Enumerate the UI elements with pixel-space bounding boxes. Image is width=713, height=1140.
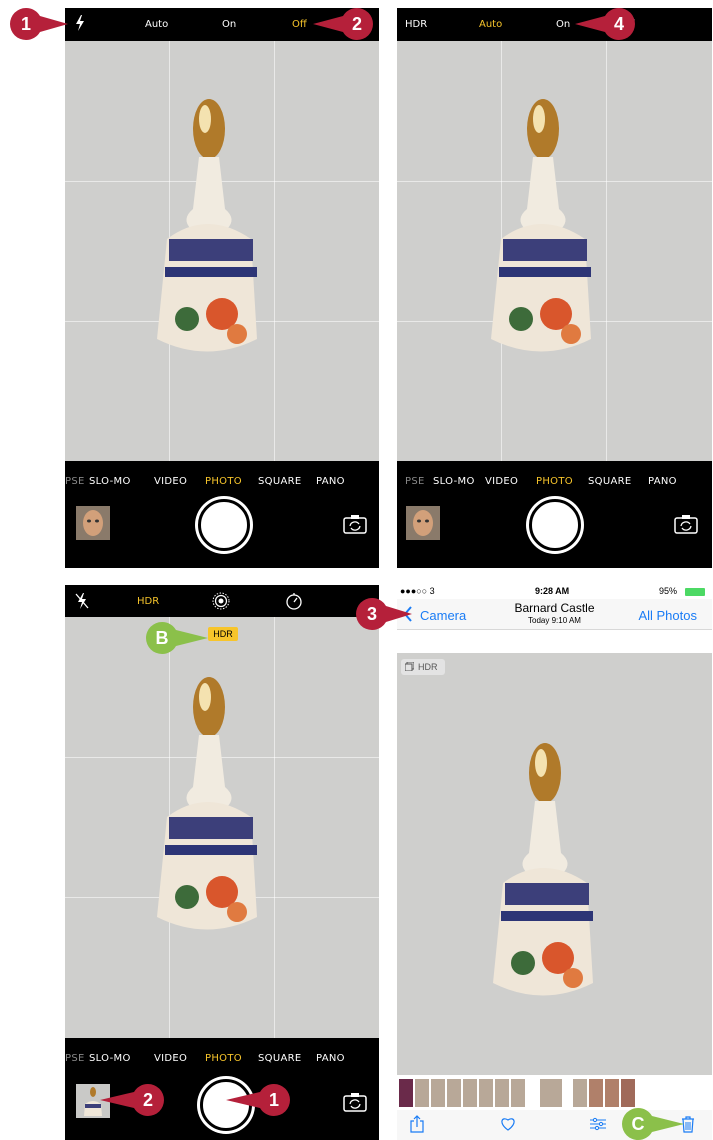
mode-photo[interactable]: PHOTO — [205, 1053, 242, 1064]
mode-square[interactable]: SQUARE — [258, 476, 301, 487]
filmstrip-thumb[interactable] — [415, 1079, 429, 1107]
mode-selector[interactable]: PSE SLO-MO VIDEO PHOTO SQUARE PANO — [65, 1053, 379, 1067]
filmstrip-thumb[interactable] — [495, 1079, 509, 1107]
callout-3: 3 — [356, 597, 416, 631]
mode-video[interactable]: VIDEO — [154, 1053, 187, 1064]
callout-label: 2 — [142, 1090, 153, 1110]
filmstrip-thumb-current[interactable] — [540, 1079, 562, 1107]
hdr-photo-badge: HDR — [401, 659, 445, 675]
callout-label: B — [155, 628, 169, 648]
callout-label: C — [631, 1114, 645, 1134]
camera-screen-flash: Auto On Off PSE SLO-MO VIDEO PHOTO SQUAR… — [65, 8, 379, 568]
bell-photo — [157, 99, 257, 352]
filmstrip-thumb[interactable] — [447, 1079, 461, 1107]
filmstrip-thumb[interactable] — [605, 1079, 619, 1107]
status-bar: ●●●○○ 3 9:28 AM 95% — [397, 585, 712, 599]
camera-top-bar: HDR — [65, 585, 379, 617]
camera-bottom-bar: PSE SLO-MO VIDEO PHOTO SQUARE PANO — [397, 461, 712, 568]
edit-adjust-icon[interactable] — [589, 1117, 607, 1136]
switch-camera-icon[interactable] — [343, 1092, 367, 1112]
photo-display[interactable]: HDR — [397, 653, 712, 1075]
filmstrip-thumb[interactable] — [573, 1079, 587, 1107]
filmstrip-thumb[interactable] — [589, 1079, 603, 1107]
battery-percent: 95% — [659, 586, 678, 596]
mode-selector[interactable]: PSE SLO-MO VIDEO PHOTO SQUARE PANO — [65, 476, 379, 490]
last-photo-thumbnail[interactable] — [406, 506, 440, 540]
mode-slomo[interactable]: SLO-MO — [89, 476, 131, 487]
hdr-badge-icon — [404, 661, 415, 673]
mode-photo[interactable]: PHOTO — [536, 476, 573, 487]
status-time: 9:28 AM — [535, 586, 570, 596]
bell-photo — [493, 743, 593, 996]
callout-B: B — [146, 621, 210, 655]
callout-2: 2 — [305, 7, 373, 41]
mode-slomo[interactable]: SLO-MO — [89, 1053, 131, 1064]
hdr-label[interactable]: HDR — [405, 19, 427, 30]
carrier-signal: ●●●○○ 3 — [400, 586, 435, 596]
callout-label: 1 — [268, 1090, 279, 1110]
filmstrip-thumb[interactable] — [511, 1079, 525, 1107]
callout-4: 4 — [567, 7, 635, 41]
last-photo-thumbnail[interactable] — [76, 506, 110, 540]
mode-pano[interactable]: PANO — [316, 1053, 345, 1064]
favorite-heart-icon[interactable] — [500, 1117, 516, 1136]
mode-pano[interactable]: PANO — [316, 476, 345, 487]
camera-bottom-bar: PSE SLO-MO VIDEO PHOTO SQUARE PANO — [65, 461, 379, 568]
callout-C: C — [622, 1107, 686, 1140]
mode-video[interactable]: VIDEO — [485, 476, 518, 487]
filmstrip-thumb[interactable] — [621, 1079, 635, 1107]
share-icon[interactable] — [410, 1115, 424, 1138]
bell-photo — [157, 677, 257, 930]
mode-selector[interactable]: PSE SLO-MO VIDEO PHOTO SQUARE PANO — [397, 476, 712, 490]
hdr-auto-option[interactable]: Auto — [479, 19, 502, 30]
camera-top-bar: HDR Auto On f — [397, 8, 712, 41]
mode-video[interactable]: VIDEO — [154, 476, 187, 487]
callout-label: 2 — [351, 14, 362, 34]
mode-timelapse[interactable]: PSE — [65, 476, 85, 487]
camera-screen-hdr-active: HDR HDR PSE SLO-MO VIDEO PHOTO SQUARE PA… — [65, 585, 379, 1140]
photo-viewer-screen: ●●●○○ 3 9:28 AM 95% Camera Barnard Castl… — [397, 585, 712, 1140]
switch-camera-icon[interactable] — [674, 514, 698, 534]
mode-timelapse[interactable]: PSE — [65, 1053, 85, 1064]
mode-square[interactable]: SQUARE — [588, 476, 631, 487]
battery-icon — [685, 588, 705, 596]
switch-camera-icon[interactable] — [343, 514, 367, 534]
mode-pano[interactable]: PANO — [648, 476, 677, 487]
camera-screen-hdr: HDR Auto On f PSE SLO-MO VIDEO PHOTO SQU… — [397, 8, 712, 568]
filmstrip-thumb[interactable] — [431, 1079, 445, 1107]
live-photo-icon[interactable] — [211, 591, 231, 614]
callout-label: 3 — [366, 604, 377, 624]
viewfinder[interactable] — [65, 41, 379, 461]
mode-photo[interactable]: PHOTO — [205, 476, 242, 487]
filmstrip-thumb[interactable] — [399, 1079, 413, 1107]
filmstrip-thumb[interactable] — [479, 1079, 493, 1107]
nav-bar: Camera Barnard Castle Today 9:10 AM All … — [397, 599, 712, 630]
mode-slomo[interactable]: SLO-MO — [433, 476, 475, 487]
viewfinder[interactable] — [397, 41, 712, 461]
callout-1-bottom: 1 — [222, 1083, 290, 1117]
hdr-badge-label: HDR — [418, 662, 438, 672]
mode-square[interactable]: SQUARE — [258, 1053, 301, 1064]
callout-label: 4 — [613, 14, 624, 34]
timer-icon[interactable] — [284, 591, 304, 614]
bell-photo — [491, 99, 591, 352]
viewfinder[interactable]: HDR — [65, 617, 379, 1038]
shutter-button[interactable] — [529, 499, 581, 551]
filmstrip-thumb[interactable] — [463, 1079, 477, 1107]
flash-off-icon[interactable] — [75, 593, 89, 612]
hdr-toggle[interactable]: HDR — [137, 596, 159, 607]
shutter-button[interactable] — [198, 499, 250, 551]
photo-filmstrip[interactable] — [397, 1077, 712, 1109]
flash-auto-option[interactable]: Auto — [145, 19, 168, 30]
callout-1: 1 — [10, 7, 68, 41]
mode-timelapse[interactable]: PSE — [405, 476, 425, 487]
flash-on-option[interactable]: On — [222, 19, 236, 30]
hdr-indicator: HDR — [208, 627, 238, 641]
all-photos-button[interactable]: All Photos — [638, 608, 697, 623]
callout-label: 1 — [20, 14, 31, 34]
callout-2-bottom: 2 — [96, 1083, 164, 1117]
